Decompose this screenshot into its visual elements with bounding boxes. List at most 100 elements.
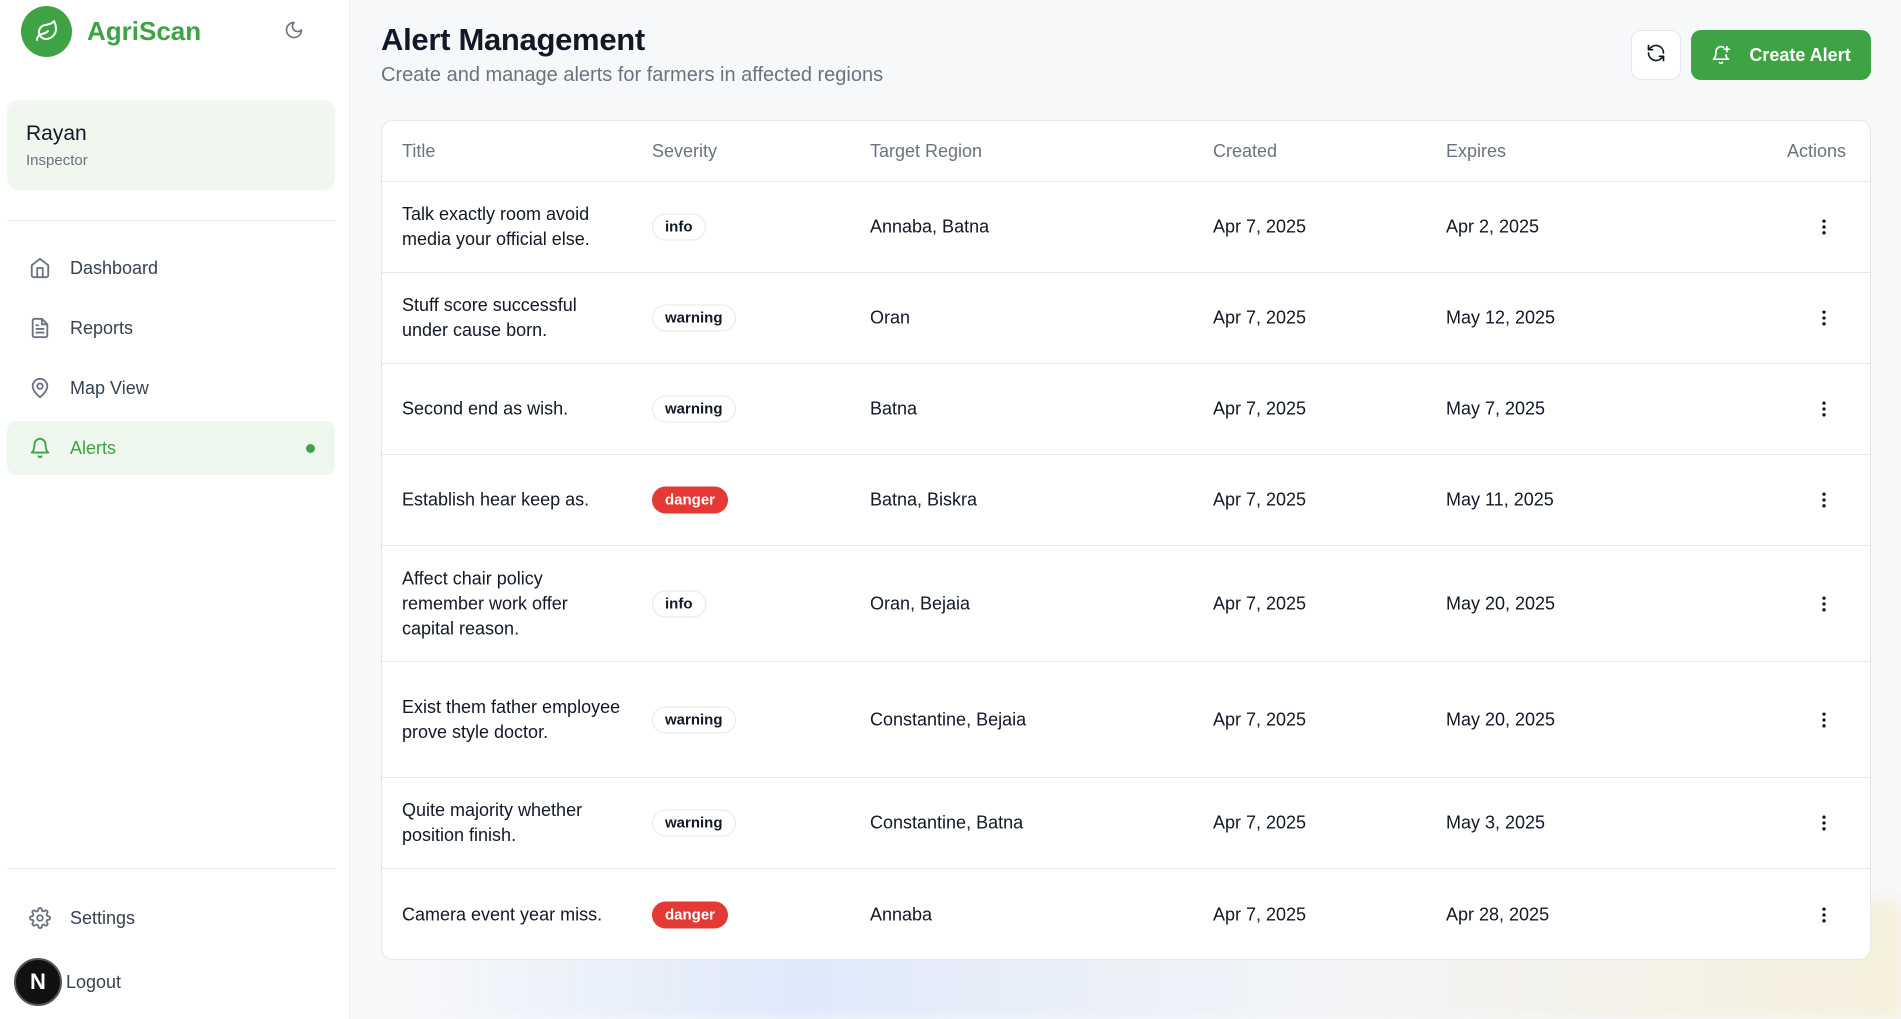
sidebar-item-label: Map View <box>70 377 149 398</box>
severity-badge: info <box>652 590 706 617</box>
severity-badge: warning <box>652 304 736 332</box>
severity-badge: warning <box>652 809 736 837</box>
avatar[interactable]: N <box>14 958 62 1006</box>
cell-severity: danger <box>652 486 729 514</box>
kebab-icon[interactable] <box>1812 708 1836 732</box>
cell-expires: May 20, 2025 <box>1446 709 1556 729</box>
document-icon <box>27 315 53 341</box>
user-card: Rayan Inspector <box>7 100 335 190</box>
sidebar-item-label: Settings <box>70 907 136 928</box>
sidebar-item-dashboard[interactable]: Dashboard <box>7 241 335 295</box>
sidebar-item-label: Dashboard <box>70 257 159 278</box>
cell-title: Exist them father employee prove style d… <box>402 696 621 742</box>
kebab-icon[interactable] <box>1812 811 1836 835</box>
cell-created: Apr 7, 2025 <box>1213 593 1307 613</box>
column-header-title[interactable]: Title <box>402 141 435 162</box>
cell-expires: Apr 2, 2025 <box>1446 216 1540 237</box>
cell-title: Establish hear keep as. <box>402 489 590 510</box>
brand-name: AgriScan <box>87 15 202 46</box>
cell-expires: May 7, 2025 <box>1446 398 1546 419</box>
cell-title: Talk exactly room avoid media your offic… <box>402 204 590 249</box>
sidebar-item-reports[interactable]: Reports <box>7 301 335 355</box>
sidebar-item-alerts[interactable]: Alerts <box>7 421 335 475</box>
cell-expires: May 20, 2025 <box>1446 593 1556 613</box>
column-header-created[interactable]: Created <box>1213 141 1277 162</box>
column-header-actions: Actions <box>1787 141 1847 161</box>
column-header-expires[interactable]: Expires <box>1446 141 1506 162</box>
cell-title: Quite majority whether position finish. <box>402 800 583 845</box>
refresh-button[interactable] <box>1631 30 1681 80</box>
cell-expires: Apr 28, 2025 <box>1446 904 1550 924</box>
cell-region: Annaba, Batna <box>870 216 990 237</box>
table-row[interactable]: Stuff score successful under cause born.… <box>382 273 1870 364</box>
divider <box>7 868 335 869</box>
cell-created: Apr 7, 2025 <box>1213 216 1307 237</box>
page-title: Alert Management <box>381 22 645 57</box>
leaf-icon <box>21 5 72 57</box>
cell-severity: warning <box>652 395 736 423</box>
cell-created: Apr 7, 2025 <box>1213 904 1307 924</box>
cell-severity: warning <box>652 706 736 733</box>
cell-region: Batna, Biskra <box>870 489 978 510</box>
alerts-table: Title Severity Target Region Created Exp… <box>381 120 1871 960</box>
cell-severity: warning <box>652 809 736 837</box>
cell-created: Apr 7, 2025 <box>1213 489 1307 510</box>
table-row[interactable]: Affect chair policy remember work offer … <box>382 546 1870 662</box>
severity-badge: warning <box>652 706 736 733</box>
cell-severity: info <box>652 213 706 241</box>
cell-expires: May 11, 2025 <box>1446 489 1554 510</box>
table-row[interactable]: Talk exactly room avoid media your offic… <box>382 182 1870 273</box>
severity-badge: warning <box>652 395 736 423</box>
severity-badge: info <box>652 213 706 241</box>
cell-region: Batna <box>870 398 918 419</box>
table-row[interactable]: Exist them father employee prove style d… <box>382 662 1870 778</box>
user-name: Rayan <box>26 122 87 145</box>
cell-severity: danger <box>652 901 729 928</box>
cell-title: Second end as wish. <box>402 398 569 419</box>
user-role: Inspector <box>26 152 88 169</box>
divider <box>7 220 335 221</box>
cell-region: Oran <box>870 307 911 328</box>
cell-region: Annaba <box>870 904 933 924</box>
cell-created: Apr 7, 2025 <box>1213 398 1307 419</box>
sidebar-item-settings[interactable]: Settings <box>7 891 335 945</box>
bell-icon <box>27 435 53 461</box>
create-alert-button[interactable]: Create Alert <box>1691 30 1871 80</box>
active-indicator <box>306 444 315 453</box>
sidebar-item-label: Reports <box>70 317 134 338</box>
table-row[interactable]: Camera event year miss. danger Annaba Apr 7… <box>382 869 1870 959</box>
cell-severity: warning <box>652 304 736 332</box>
kebab-icon[interactable] <box>1812 903 1836 927</box>
kebab-icon[interactable] <box>1812 215 1836 239</box>
cell-created: Apr 7, 2025 <box>1213 307 1307 328</box>
home-icon <box>27 255 53 281</box>
cell-title: Stuff score successful under cause born. <box>402 295 577 340</box>
map-pin-icon <box>27 375 53 401</box>
cell-region: Constantine, Batna <box>870 812 1024 833</box>
cell-title: Affect chair policy remember work offer … <box>402 568 568 638</box>
cell-created: Apr 7, 2025 <box>1213 709 1307 729</box>
kebab-icon[interactable] <box>1812 397 1836 421</box>
moon-icon[interactable] <box>282 18 306 42</box>
severity-badge: danger <box>652 486 729 514</box>
column-header-severity[interactable]: Severity <box>652 141 717 162</box>
bell-plus-icon <box>1711 45 1731 65</box>
refresh-icon <box>1646 43 1666 68</box>
cell-title: Camera event year miss. <box>402 904 603 924</box>
kebab-icon[interactable] <box>1812 306 1836 330</box>
severity-badge: danger <box>652 901 729 928</box>
sidebar: AgriScan Rayan Inspector Dashboard Repor… <box>0 0 350 1019</box>
cell-severity: info <box>652 590 706 617</box>
sidebar-item-label: Alerts <box>70 437 117 458</box>
table-row[interactable]: Second end as wish. warning Batna Apr 7, 20… <box>382 364 1870 455</box>
brand[interactable]: AgriScan <box>21 5 201 57</box>
table-row[interactable]: Quite majority whether position finish. w… <box>382 778 1870 869</box>
page-subtitle: Create and manage alerts for farmers in … <box>381 64 884 86</box>
sidebar-item-map-view[interactable]: Map View <box>7 361 335 415</box>
create-alert-label: Create Alert <box>1749 44 1851 65</box>
logout-button[interactable]: Logout <box>66 972 121 993</box>
column-header-region[interactable]: Target Region <box>870 141 982 162</box>
kebab-icon[interactable] <box>1812 592 1836 616</box>
kebab-icon[interactable] <box>1812 488 1836 512</box>
table-row[interactable]: Establish hear keep as. danger Batna, Bisk… <box>382 455 1870 546</box>
